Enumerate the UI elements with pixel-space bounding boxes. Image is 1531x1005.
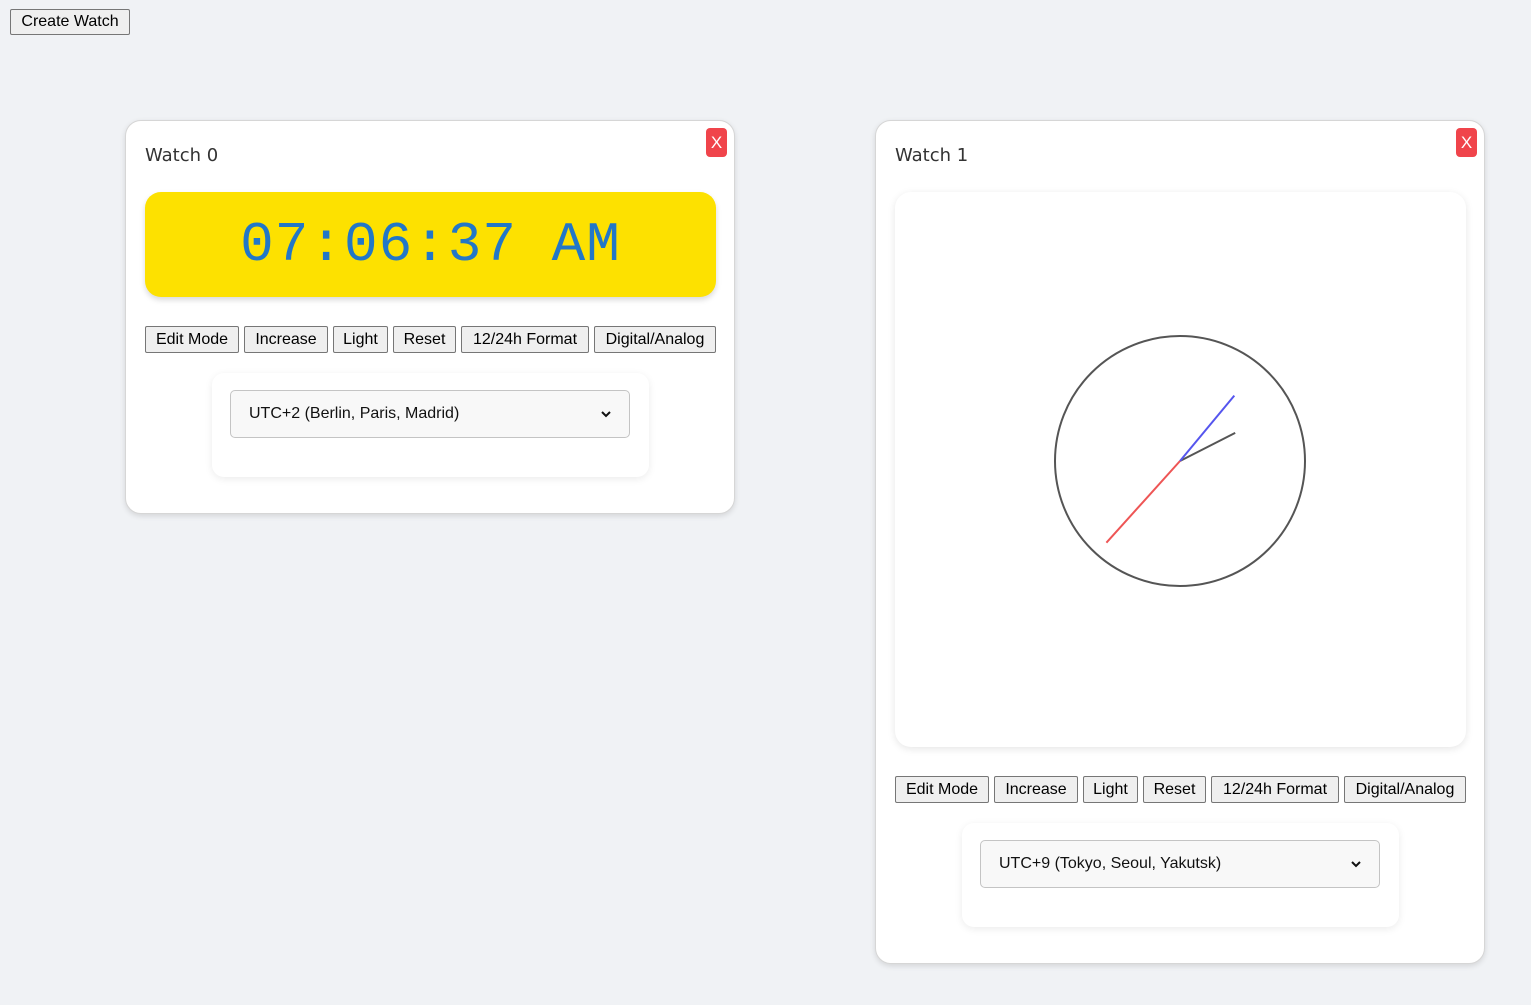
watch-controls: Edit Mode Increase Light Reset 12/24h Fo… <box>145 326 716 353</box>
timezone-selected-value: UTC+9 (Tokyo, Seoul, Yakutsk) <box>999 855 1222 872</box>
edit-mode-button[interactable]: Edit Mode <box>895 776 989 803</box>
watch-title: Watch 1 <box>895 145 969 166</box>
reset-button[interactable]: Reset <box>393 326 456 353</box>
digital-time: 07:06:37 AM <box>240 212 621 277</box>
watch-title: Watch 0 <box>145 145 219 166</box>
digital-analog-toggle-button[interactable]: Digital/Analog <box>594 326 716 353</box>
timezone-panel: UTC+2 (Berlin, Paris, Madrid) <box>212 373 649 477</box>
light-button[interactable]: Light <box>1083 776 1138 803</box>
timezone-panel: UTC+9 (Tokyo, Seoul, Yakutsk) <box>962 823 1399 927</box>
light-button[interactable]: Light <box>333 326 388 353</box>
chevron-down-icon <box>1351 861 1361 868</box>
timezone-select[interactable]: UTC+9 (Tokyo, Seoul, Yakutsk) <box>980 840 1380 888</box>
minute-hand <box>1179 394 1236 462</box>
hour-hand <box>1179 432 1236 462</box>
close-watch-button[interactable]: X <box>1456 128 1477 157</box>
analog-clock <box>1054 335 1306 587</box>
digital-analog-toggle-button[interactable]: Digital/Analog <box>1344 776 1466 803</box>
chevron-down-icon <box>601 411 611 418</box>
second-hand <box>1105 460 1181 544</box>
timezone-selected-value: UTC+2 (Berlin, Paris, Madrid) <box>249 405 460 422</box>
format-toggle-button[interactable]: 12/24h Format <box>1211 776 1339 803</box>
format-toggle-button[interactable]: 12/24h Format <box>461 326 589 353</box>
watch-card: X Watch 0 07:06:37 AM Edit Mode Increase… <box>125 120 735 514</box>
increase-button[interactable]: Increase <box>244 326 328 353</box>
create-watch-button[interactable]: Create Watch <box>10 9 130 35</box>
analog-clock-display <box>895 192 1466 747</box>
watch-card: X Watch 1 Edit Mode Increase Light Reset… <box>875 120 1485 964</box>
close-watch-button[interactable]: X <box>706 128 727 157</box>
reset-button[interactable]: Reset <box>1143 776 1206 803</box>
digital-display: 07:06:37 AM <box>145 192 716 297</box>
timezone-select[interactable]: UTC+2 (Berlin, Paris, Madrid) <box>230 390 630 438</box>
increase-button[interactable]: Increase <box>994 776 1078 803</box>
watch-controls: Edit Mode Increase Light Reset 12/24h Fo… <box>895 776 1466 803</box>
edit-mode-button[interactable]: Edit Mode <box>145 326 239 353</box>
